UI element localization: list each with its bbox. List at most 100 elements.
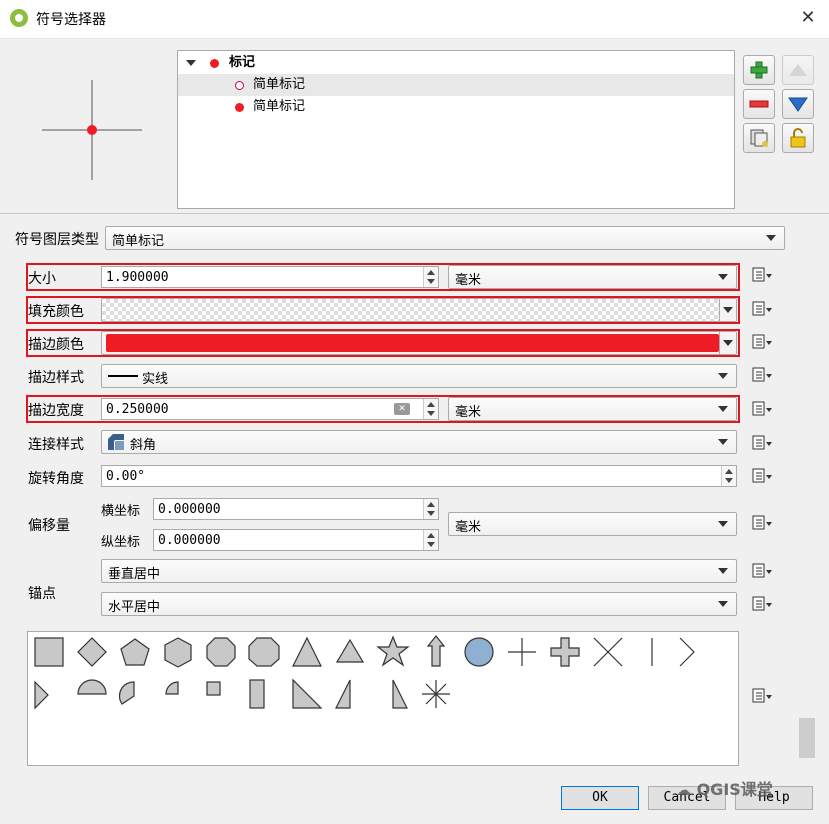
chevron-down-icon — [718, 521, 728, 527]
data-defined-icon — [752, 401, 772, 416]
anchor-vertical-combo[interactable]: 垂直居中 — [101, 559, 737, 583]
stroke-width-input[interactable]: 0.250000 ✕ — [101, 398, 439, 420]
data-defined-override-button[interactable] — [749, 266, 773, 288]
move-down-button[interactable] — [782, 89, 814, 119]
data-defined-override-button[interactable] — [749, 400, 773, 422]
data-defined-icon — [752, 688, 772, 703]
marker-shapes-canvas — [34, 635, 695, 710]
data-defined-override-button[interactable] — [749, 333, 773, 355]
data-defined-icon — [752, 301, 772, 316]
ok-button[interactable]: OK — [561, 786, 639, 810]
rotation-spinner[interactable] — [721, 466, 736, 486]
window-title: 符号选择器 — [36, 12, 106, 28]
clear-icon[interactable]: ✕ — [394, 403, 410, 415]
layer-type-value: 简单标记 — [112, 234, 165, 249]
lock-layer-button[interactable] — [782, 123, 814, 153]
chevron-down-icon — [718, 568, 728, 574]
scrollbar-thumb[interactable] — [799, 718, 815, 758]
tree-child-row[interactable]: 简单标记 — [178, 96, 734, 118]
tree-child-row[interactable]: 简单标记 — [178, 74, 734, 96]
chevron-down-icon — [723, 340, 733, 346]
data-defined-override-button[interactable] — [749, 687, 773, 709]
fill-color-button[interactable] — [101, 298, 737, 322]
marker-diamond — [77, 637, 107, 667]
vertical-scrollbar[interactable] — [799, 214, 815, 769]
data-defined-override-button[interactable] — [749, 514, 773, 536]
filled-marker-icon — [235, 103, 244, 112]
data-defined-override-button[interactable] — [749, 467, 773, 489]
marker-x — [593, 637, 623, 667]
size-spinner[interactable] — [423, 267, 438, 287]
stroke-style-combo[interactable]: 实线 — [101, 364, 737, 388]
anchor-horizontal-combo[interactable]: 水平居中 — [101, 592, 737, 616]
data-defined-icon — [752, 435, 772, 450]
offset-x-label: 横坐标 — [101, 504, 141, 519]
offset-x-spinner[interactable] — [423, 499, 438, 519]
fill-color-label: 填充颜色 — [28, 304, 84, 320]
offset-x-value: 0.000000 — [158, 502, 221, 517]
stroke-color-swatch — [106, 334, 719, 352]
stroke-width-value: 0.250000 — [106, 402, 169, 417]
offset-y-spinner[interactable] — [423, 530, 438, 550]
rotation-input[interactable]: 0.00° — [101, 465, 737, 487]
stroke-style-label: 描边样式 — [28, 370, 84, 386]
stroke-width-spinner[interactable] — [423, 399, 438, 419]
size-value: 1.900000 — [106, 270, 169, 285]
stroke-width-unit-combo[interactable]: 毫米 — [448, 397, 737, 421]
offset-unit-combo[interactable]: 毫米 — [448, 512, 737, 536]
offset-y-input[interactable]: 0.000000 — [153, 529, 439, 551]
marker-shape-list[interactable] — [27, 631, 739, 766]
hollow-marker-icon — [235, 81, 244, 90]
offset-unit-value: 毫米 — [455, 520, 482, 535]
marker-cross-fill — [550, 637, 580, 667]
symbol-layer-tree: 标记 简单标记 简单标记 — [177, 50, 735, 209]
chevron-down-icon — [718, 406, 728, 412]
join-style-combo[interactable]: 斜角 — [101, 430, 737, 454]
lock-icon — [790, 128, 806, 148]
tree-root-row[interactable]: 标记 — [178, 52, 734, 74]
symbol-preview — [42, 80, 142, 180]
remove-layer-button[interactable] — [743, 89, 775, 119]
marker-pentagon — [120, 638, 150, 666]
layer-type-combo[interactable]: 简单标记 — [105, 226, 785, 250]
marker-filled-arrowhead — [34, 680, 49, 710]
move-up-button[interactable] — [782, 55, 814, 85]
duplicate-layer-button[interactable] — [743, 123, 775, 153]
expand-icon[interactable] — [186, 60, 196, 66]
close-icon[interactable]: ✕ — [796, 6, 820, 30]
marker-half-square — [249, 679, 265, 709]
chevron-down-icon — [718, 274, 728, 280]
minus-icon — [749, 100, 769, 108]
plus-icon — [750, 61, 768, 79]
data-defined-icon — [752, 596, 772, 611]
marker-equilateral-triangle — [335, 638, 365, 663]
down-arrow-icon — [788, 97, 808, 112]
layer-type-label: 符号图层类型 — [15, 232, 99, 248]
add-layer-button[interactable] — [743, 55, 775, 85]
marker-asterisk — [422, 680, 450, 708]
marker-semicircle — [77, 679, 107, 695]
data-defined-icon — [752, 367, 772, 382]
data-defined-override-button[interactable] — [749, 595, 773, 617]
size-unit-value: 毫米 — [455, 273, 482, 288]
marker-hexagon — [164, 637, 192, 668]
size-unit-combo[interactable]: 毫米 — [448, 265, 737, 289]
chevron-down-icon — [766, 235, 776, 241]
size-input[interactable]: 1.900000 — [101, 266, 439, 288]
up-arrow-icon — [789, 64, 807, 76]
data-defined-override-button[interactable] — [749, 562, 773, 584]
duplicate-icon — [750, 129, 768, 147]
data-defined-override-button[interactable] — [749, 300, 773, 322]
tree-child-label: 简单标记 — [253, 77, 306, 92]
chevron-down-icon — [718, 439, 728, 445]
offset-x-input[interactable]: 0.000000 — [153, 498, 439, 520]
marker-right-half-triangle — [335, 679, 351, 709]
data-defined-icon — [752, 334, 772, 349]
stroke-color-button[interactable] — [101, 331, 737, 355]
data-defined-override-button[interactable] — [749, 434, 773, 456]
tree-child-label: 简单标记 — [253, 99, 306, 114]
chevron-down-icon — [723, 307, 733, 313]
marker-arrow — [426, 635, 446, 667]
data-defined-override-button[interactable] — [749, 366, 773, 388]
offset-label: 偏移量 — [28, 518, 70, 534]
